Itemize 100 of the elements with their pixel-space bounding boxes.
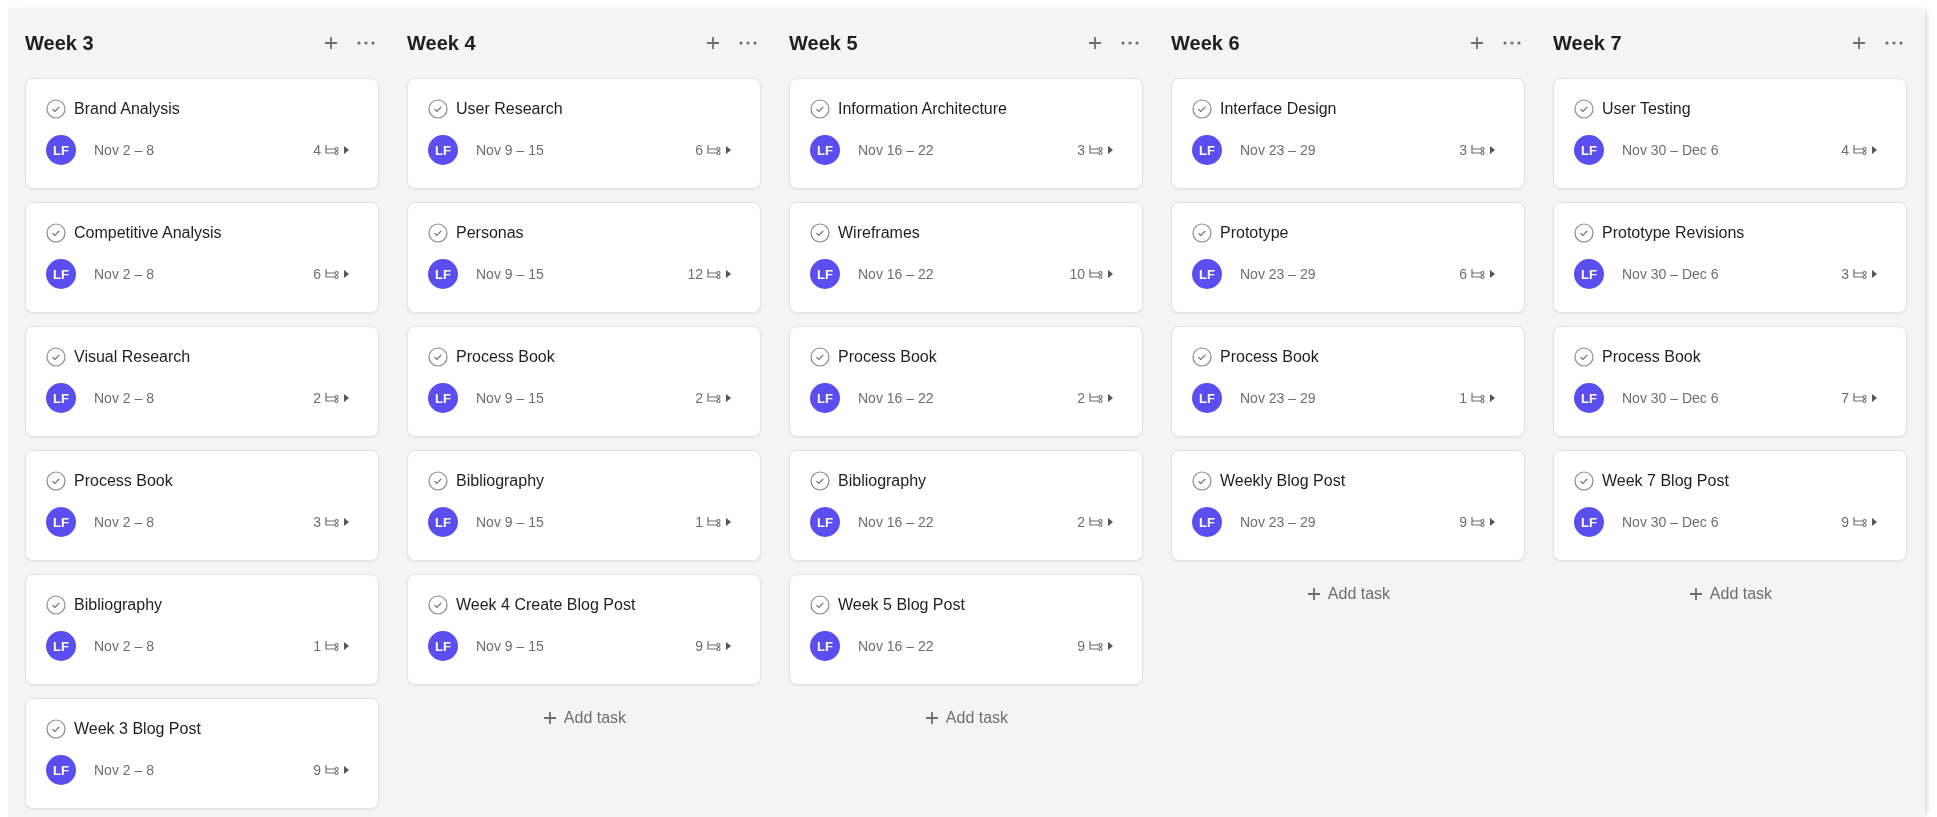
add-task-button[interactable]: Add task bbox=[1301, 581, 1395, 607]
task-card[interactable]: Process Book LF Nov 9 – 15 2 bbox=[407, 326, 761, 437]
task-name: Process Book bbox=[1220, 348, 1319, 366]
check-circle-icon[interactable] bbox=[1192, 223, 1212, 243]
task-card[interactable]: Week 7 Blog Post LF Nov 30 – Dec 6 9 bbox=[1553, 450, 1907, 561]
subtask-count[interactable]: 9 bbox=[695, 638, 732, 654]
task-card[interactable]: Bibliography LF Nov 2 – 8 1 bbox=[25, 574, 379, 685]
subtask-count[interactable]: 9 bbox=[1077, 638, 1114, 654]
subtask-icon bbox=[1852, 515, 1868, 529]
check-circle-icon[interactable] bbox=[428, 223, 448, 243]
task-name: Bibliography bbox=[838, 472, 927, 490]
subtask-count[interactable]: 9 bbox=[313, 762, 350, 778]
check-circle-icon[interactable] bbox=[46, 719, 66, 739]
task-dates: Nov 2 – 8 bbox=[94, 514, 155, 530]
task-card[interactable]: Interface Design LF Nov 23 – 29 3 bbox=[1171, 78, 1525, 189]
subtask-count[interactable]: 1 bbox=[695, 514, 732, 530]
check-circle-icon[interactable] bbox=[1574, 471, 1594, 491]
check-circle-icon[interactable] bbox=[1192, 471, 1212, 491]
check-circle-icon[interactable] bbox=[810, 595, 830, 615]
avatar: LF bbox=[46, 135, 76, 165]
check-circle-icon[interactable] bbox=[1192, 347, 1212, 367]
task-card[interactable]: Information Architecture LF Nov 16 – 22 3 bbox=[789, 78, 1143, 189]
subtask-count[interactable]: 4 bbox=[1841, 142, 1878, 158]
task-card[interactable]: Visual Research LF Nov 2 – 8 2 bbox=[25, 326, 379, 437]
subtask-count[interactable]: 3 bbox=[1841, 266, 1878, 282]
caret-icon bbox=[1107, 393, 1114, 403]
subtask-count[interactable]: 6 bbox=[695, 142, 732, 158]
subtask-icon bbox=[1470, 391, 1486, 405]
task-card[interactable]: Bibliography LF Nov 9 – 15 1 bbox=[407, 450, 761, 561]
check-circle-icon[interactable] bbox=[46, 347, 66, 367]
check-circle-icon[interactable] bbox=[1574, 99, 1594, 119]
avatar: LF bbox=[1574, 259, 1604, 289]
subtask-count[interactable]: 3 bbox=[1077, 142, 1114, 158]
task-card[interactable]: Prototype Revisions LF Nov 30 – Dec 6 3 bbox=[1553, 202, 1907, 313]
subtask-count[interactable]: 2 bbox=[1077, 514, 1114, 530]
check-circle-icon[interactable] bbox=[46, 223, 66, 243]
add-task-button[interactable]: Add task bbox=[1683, 581, 1777, 607]
check-circle-icon[interactable] bbox=[1574, 347, 1594, 367]
subtask-count[interactable]: 1 bbox=[1459, 390, 1496, 406]
task-card[interactable]: Week 3 Blog Post LF Nov 2 – 8 9 bbox=[25, 698, 379, 809]
task-card[interactable]: Weekly Blog Post LF Nov 23 – 29 9 bbox=[1171, 450, 1525, 561]
subtask-icon bbox=[706, 391, 722, 405]
subtask-count[interactable]: 4 bbox=[313, 142, 350, 158]
add-task-button[interactable]: Add task bbox=[919, 705, 1013, 731]
check-circle-icon[interactable] bbox=[810, 347, 830, 367]
check-circle-icon[interactable] bbox=[46, 595, 66, 615]
check-circle-icon[interactable] bbox=[810, 223, 830, 243]
subtask-count[interactable]: 9 bbox=[1459, 514, 1496, 530]
avatar: LF bbox=[428, 383, 458, 413]
avatar: LF bbox=[810, 135, 840, 165]
task-dates: Nov 30 – Dec 6 bbox=[1622, 266, 1720, 282]
check-circle-icon[interactable] bbox=[1574, 223, 1594, 243]
avatar: LF bbox=[1192, 259, 1222, 289]
subtask-icon bbox=[1088, 515, 1104, 529]
avatar: LF bbox=[428, 507, 458, 537]
task-card[interactable]: Week 4 Create Blog Post LF Nov 9 – 15 9 bbox=[407, 574, 761, 685]
subtask-count[interactable]: 1 bbox=[313, 638, 350, 654]
task-card[interactable]: Personas LF Nov 9 – 15 12 bbox=[407, 202, 761, 313]
caret-icon bbox=[725, 269, 732, 279]
task-card[interactable]: Wireframes LF Nov 16 – 22 10 bbox=[789, 202, 1143, 313]
subtask-count[interactable]: 3 bbox=[1459, 142, 1496, 158]
task-card[interactable]: Process Book LF Nov 30 – Dec 6 7 bbox=[1553, 326, 1907, 437]
add-task-button[interactable]: Add task bbox=[537, 705, 631, 731]
task-card[interactable]: Process Book LF Nov 16 – 22 2 bbox=[789, 326, 1143, 437]
task-card[interactable]: Week 5 Blog Post LF Nov 16 – 22 9 bbox=[789, 574, 1143, 685]
caret-icon bbox=[343, 393, 350, 403]
task-card[interactable]: Brand Analysis LF Nov 2 – 8 4 bbox=[25, 78, 379, 189]
check-circle-icon[interactable] bbox=[428, 347, 448, 367]
task-card[interactable]: Process Book LF Nov 2 – 8 3 bbox=[25, 450, 379, 561]
subtask-count[interactable]: 9 bbox=[1841, 514, 1878, 530]
subtask-count[interactable]: 2 bbox=[313, 390, 350, 406]
check-circle-icon[interactable] bbox=[810, 99, 830, 119]
subtask-count[interactable]: 2 bbox=[695, 390, 732, 406]
task-dates: Nov 2 – 8 bbox=[94, 762, 155, 778]
subtask-count[interactable]: 7 bbox=[1841, 390, 1878, 406]
subtask-icon bbox=[324, 391, 340, 405]
subtask-count[interactable]: 6 bbox=[313, 266, 350, 282]
check-circle-icon[interactable] bbox=[428, 471, 448, 491]
subtask-count[interactable]: 3 bbox=[313, 514, 350, 530]
check-circle-icon[interactable] bbox=[428, 595, 448, 615]
task-name: Information Architecture bbox=[838, 100, 1007, 118]
task-card[interactable]: Prototype LF Nov 23 – 29 6 bbox=[1171, 202, 1525, 313]
caret-icon bbox=[1107, 269, 1114, 279]
subtask-icon bbox=[706, 515, 722, 529]
check-circle-icon[interactable] bbox=[46, 99, 66, 119]
check-circle-icon[interactable] bbox=[428, 99, 448, 119]
check-circle-icon[interactable] bbox=[1192, 99, 1212, 119]
caret-icon bbox=[1871, 269, 1878, 279]
check-circle-icon[interactable] bbox=[46, 471, 66, 491]
task-card[interactable]: Competitive Analysis LF Nov 2 – 8 6 bbox=[25, 202, 379, 313]
task-card[interactable]: Process Book LF Nov 23 – 29 1 bbox=[1171, 326, 1525, 437]
task-card[interactable]: User Testing LF Nov 30 – Dec 6 4 bbox=[1553, 78, 1907, 189]
subtask-count[interactable]: 10 bbox=[1069, 266, 1114, 282]
subtask-count[interactable]: 2 bbox=[1077, 390, 1114, 406]
subtask-count[interactable]: 12 bbox=[687, 266, 732, 282]
plus-icon bbox=[923, 710, 940, 726]
task-card[interactable]: User Research LF Nov 9 – 15 6 bbox=[407, 78, 761, 189]
task-card[interactable]: Bibliography LF Nov 16 – 22 2 bbox=[789, 450, 1143, 561]
subtask-count[interactable]: 6 bbox=[1459, 266, 1496, 282]
check-circle-icon[interactable] bbox=[810, 471, 830, 491]
